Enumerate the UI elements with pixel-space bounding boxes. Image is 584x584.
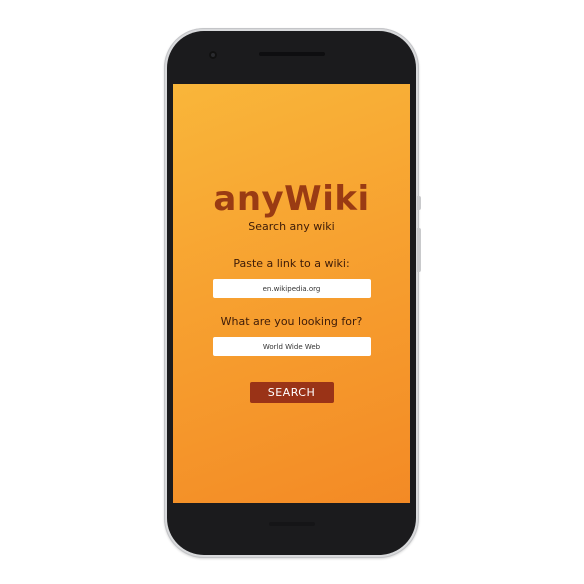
wiki-link-input[interactable] [212, 279, 371, 298]
volume-button [417, 228, 421, 272]
wiki-link-label: Paste a link to a wiki: [233, 257, 350, 270]
search-query-input[interactable] [212, 337, 371, 356]
bottom-speaker [269, 522, 315, 526]
power-button [417, 196, 421, 210]
earpiece-speaker [259, 52, 325, 56]
app-screen: anyWiki Search any wiki Paste a link to … [173, 84, 410, 503]
app-title: anyWiki [213, 179, 370, 219]
front-camera-icon [209, 51, 217, 59]
search-query-label: What are you looking for? [220, 315, 363, 328]
search-button[interactable]: SEARCH [249, 382, 334, 403]
app-subtitle: Search any wiki [248, 220, 335, 233]
